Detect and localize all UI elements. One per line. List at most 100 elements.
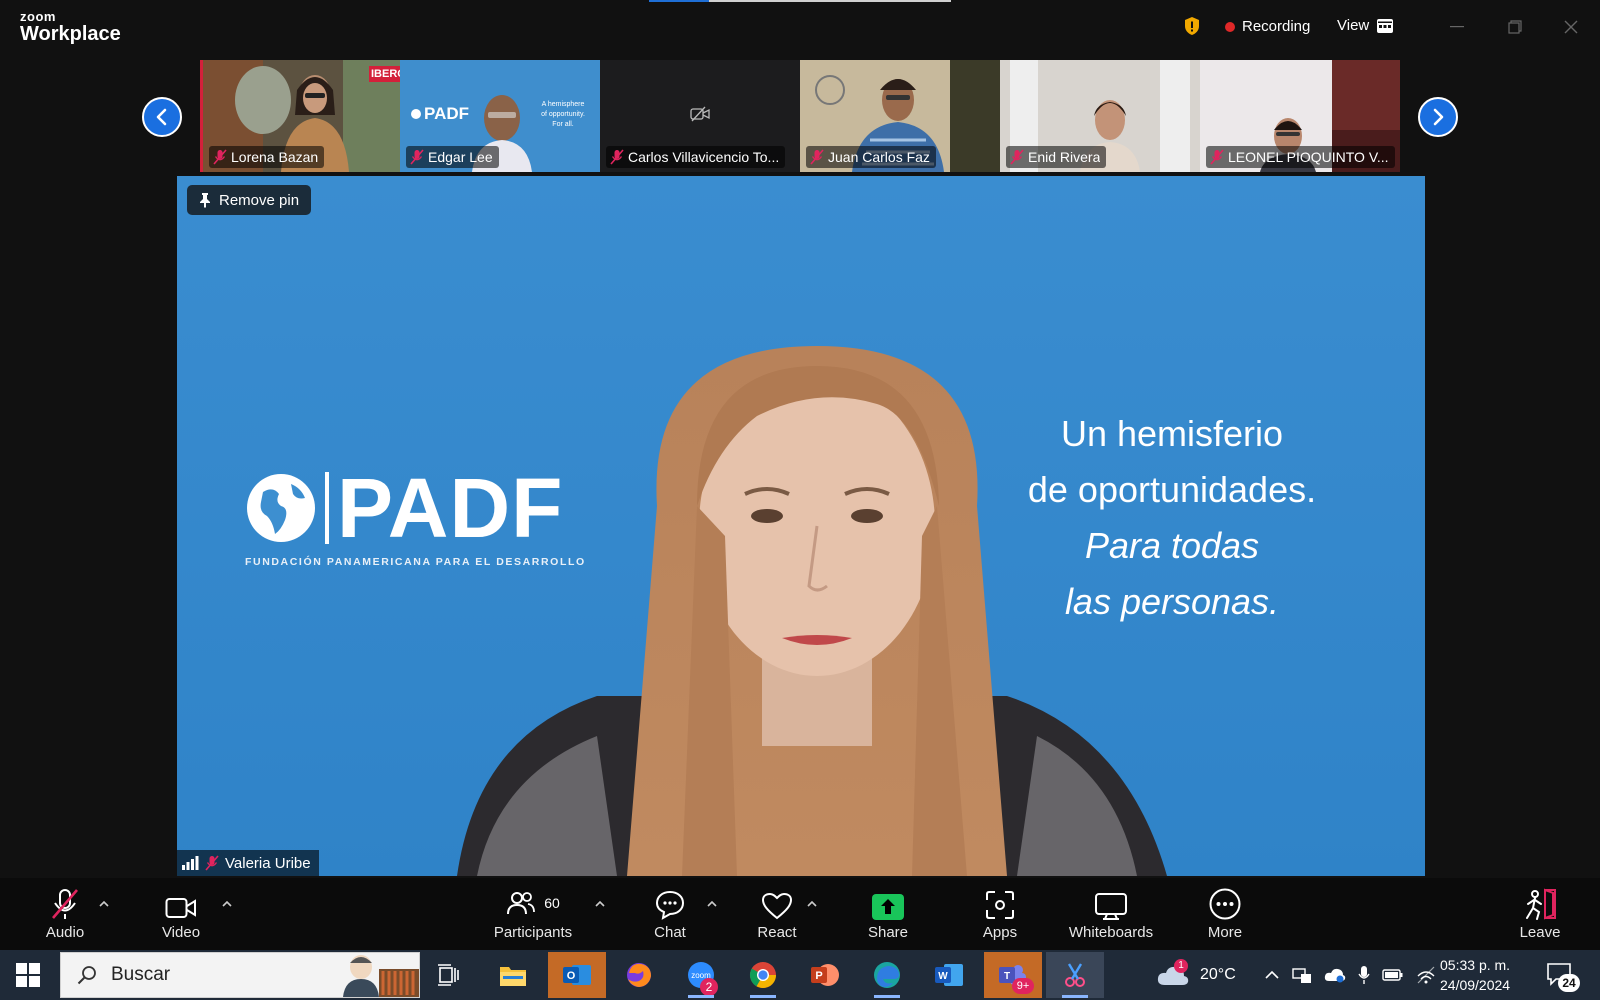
padf-logo-small: PADF [424, 104, 470, 123]
thumbnail-next-button[interactable] [1418, 97, 1458, 137]
video-off-icon [690, 106, 710, 122]
mic-muted-icon [810, 149, 824, 165]
apps-button[interactable]: Apps [980, 886, 1020, 941]
network-drive-icon[interactable] [1292, 966, 1312, 984]
minimize-button[interactable] [1442, 14, 1472, 40]
restore-button[interactable] [1500, 14, 1530, 40]
participant-name: Enid Rivera [1028, 149, 1101, 165]
participants-label: Participants [493, 924, 573, 941]
outlook-app[interactable]: O [548, 952, 606, 998]
mic-muted-icon [1210, 149, 1224, 165]
notification-center-button[interactable]: 24 [1546, 962, 1580, 992]
thumbnail-prev-button[interactable] [142, 97, 182, 137]
chevron-up-icon[interactable] [1264, 970, 1280, 980]
slogan-line-1: Un hemisferio [1060, 413, 1284, 454]
word-app[interactable]: W [920, 952, 978, 998]
participants-count: 60 [544, 895, 560, 911]
title-bar: zoom Workplace Recording View [0, 0, 1600, 56]
participants-options-chevron-up-icon[interactable] [594, 900, 606, 908]
chat-options-chevron-up-icon[interactable] [706, 900, 718, 908]
react-button[interactable]: React [756, 886, 798, 941]
chrome-app[interactable] [734, 952, 792, 998]
battery-icon[interactable] [1382, 968, 1404, 982]
react-options-chevron-up-icon[interactable] [806, 900, 818, 908]
temperature: 20°C [1200, 966, 1236, 983]
participant-name: LEONEL PIOQUINTO V... [1228, 149, 1389, 165]
logo-divider [325, 472, 329, 544]
apps-label: Apps [982, 924, 1018, 941]
participants-button[interactable]: 60 Participants [490, 886, 576, 941]
windows-start-button[interactable] [16, 963, 40, 992]
audio-options-chevron-up-icon[interactable] [98, 900, 110, 908]
participant-name-bar: Enid Rivera [1006, 146, 1107, 168]
share-progress-strip [649, 0, 951, 2]
snipping-tool-app[interactable] [1046, 952, 1104, 998]
video-label: Video [161, 924, 201, 941]
participant-thumbnail-strip: IBERO Lorena Bazan PADF A hemisphere of … [200, 60, 1400, 172]
leave-button[interactable]: Leave [1518, 886, 1562, 941]
task-view-icon [438, 964, 459, 986]
heart-icon [761, 892, 793, 920]
chat-label: Chat [654, 924, 686, 941]
participant-tile-carlos-villavicencio[interactable]: Carlos Villavicencio To... [600, 60, 800, 172]
participant-name: Lorena Bazan [231, 149, 319, 165]
pinned-speaker-video[interactable]: PADF FUNDACIÓN PANAMERICANA PARA EL DESA… [177, 176, 1425, 876]
remove-pin-button[interactable]: Remove pin [187, 185, 312, 215]
participant-tile-juan-carlos-faz[interactable]: Juan Carlos Faz [800, 60, 1000, 172]
chat-button[interactable]: Chat [650, 886, 690, 941]
participant-tile-leonel-pioquinto[interactable]: LEONEL PIOQUINTO V... [1200, 60, 1400, 172]
participant-name: Juan Carlos Faz [828, 149, 930, 165]
speaker-name-bar: Valeria Uribe [177, 850, 319, 876]
whiteboards-button[interactable]: Whiteboards [1066, 886, 1156, 941]
view-button[interactable]: View [1337, 17, 1394, 34]
participant-name-bar: Carlos Villavicencio To... [606, 146, 786, 168]
task-view-button[interactable] [420, 952, 478, 998]
share-label: Share [867, 924, 909, 941]
security-shield-icon[interactable] [1183, 16, 1201, 36]
taskbar-search-box[interactable]: Buscar [60, 952, 420, 998]
firefox-app[interactable] [610, 952, 668, 998]
onedrive-cloud-icon[interactable] [1324, 967, 1346, 983]
outlook-icon: O [563, 965, 591, 985]
logo-zoom: zoom [20, 9, 56, 24]
video-options-chevron-up-icon[interactable] [221, 900, 233, 908]
svg-text:T: T [1004, 971, 1010, 982]
pin-icon [200, 193, 210, 208]
whiteboards-label: Whiteboards [1068, 924, 1154, 941]
weather-widget[interactable]: 1 20°C [1156, 950, 1236, 1000]
globe-icon [247, 474, 315, 542]
padf-logo-subtitle: FUNDACIÓN PANAMERICANA PARA EL DESARROLL… [245, 556, 586, 568]
teams-app[interactable]: T 9+ [984, 952, 1042, 998]
recording-dot-icon [1225, 21, 1235, 32]
file-explorer-app[interactable] [484, 952, 542, 998]
mic-muted-icon [1010, 149, 1024, 165]
zoom-notification-badge: 2 [700, 978, 718, 996]
participant-tile-edgar-lee[interactable]: PADF A hemisphere of opportunity. For al… [400, 60, 600, 172]
teams-notification-badge: 9+ [1012, 978, 1034, 994]
mic-muted-icon [410, 149, 424, 165]
more-label: More [1207, 924, 1243, 941]
microphone-in-use-icon[interactable] [1358, 965, 1370, 985]
participant-name-bar: Juan Carlos Faz [806, 146, 936, 168]
zoom-app[interactable]: zoom 2 [672, 952, 730, 998]
participant-tile-lorena-bazan[interactable]: IBERO Lorena Bazan [200, 60, 400, 172]
participants-icon [507, 892, 536, 915]
more-button[interactable]: More [1204, 886, 1246, 941]
padf-logo-word: PADF [337, 461, 564, 555]
search-placeholder: Buscar [111, 964, 171, 985]
chevron-right-icon [1433, 108, 1444, 126]
powerpoint-icon: P [811, 964, 839, 986]
mic-muted-icon [205, 855, 219, 871]
video-button[interactable]: Video [155, 886, 207, 941]
share-button[interactable]: Share [866, 886, 910, 941]
participant-tile-enid-rivera[interactable]: Enid Rivera [1000, 60, 1200, 172]
taskbar-clock[interactable]: 05:33 p. m. 24/09/2024 [1440, 955, 1510, 995]
powerpoint-app[interactable]: P [796, 952, 854, 998]
recording-indicator[interactable]: Recording [1225, 18, 1310, 35]
audio-button[interactable]: Audio [40, 886, 90, 941]
weather-badge: 1 [1174, 959, 1188, 973]
meeting-toolbar: Audio Video 60 Participants Chat React S… [0, 878, 1600, 950]
edge-app[interactable] [858, 952, 916, 998]
wifi-icon[interactable] [1416, 966, 1436, 984]
close-button[interactable] [1556, 14, 1586, 40]
